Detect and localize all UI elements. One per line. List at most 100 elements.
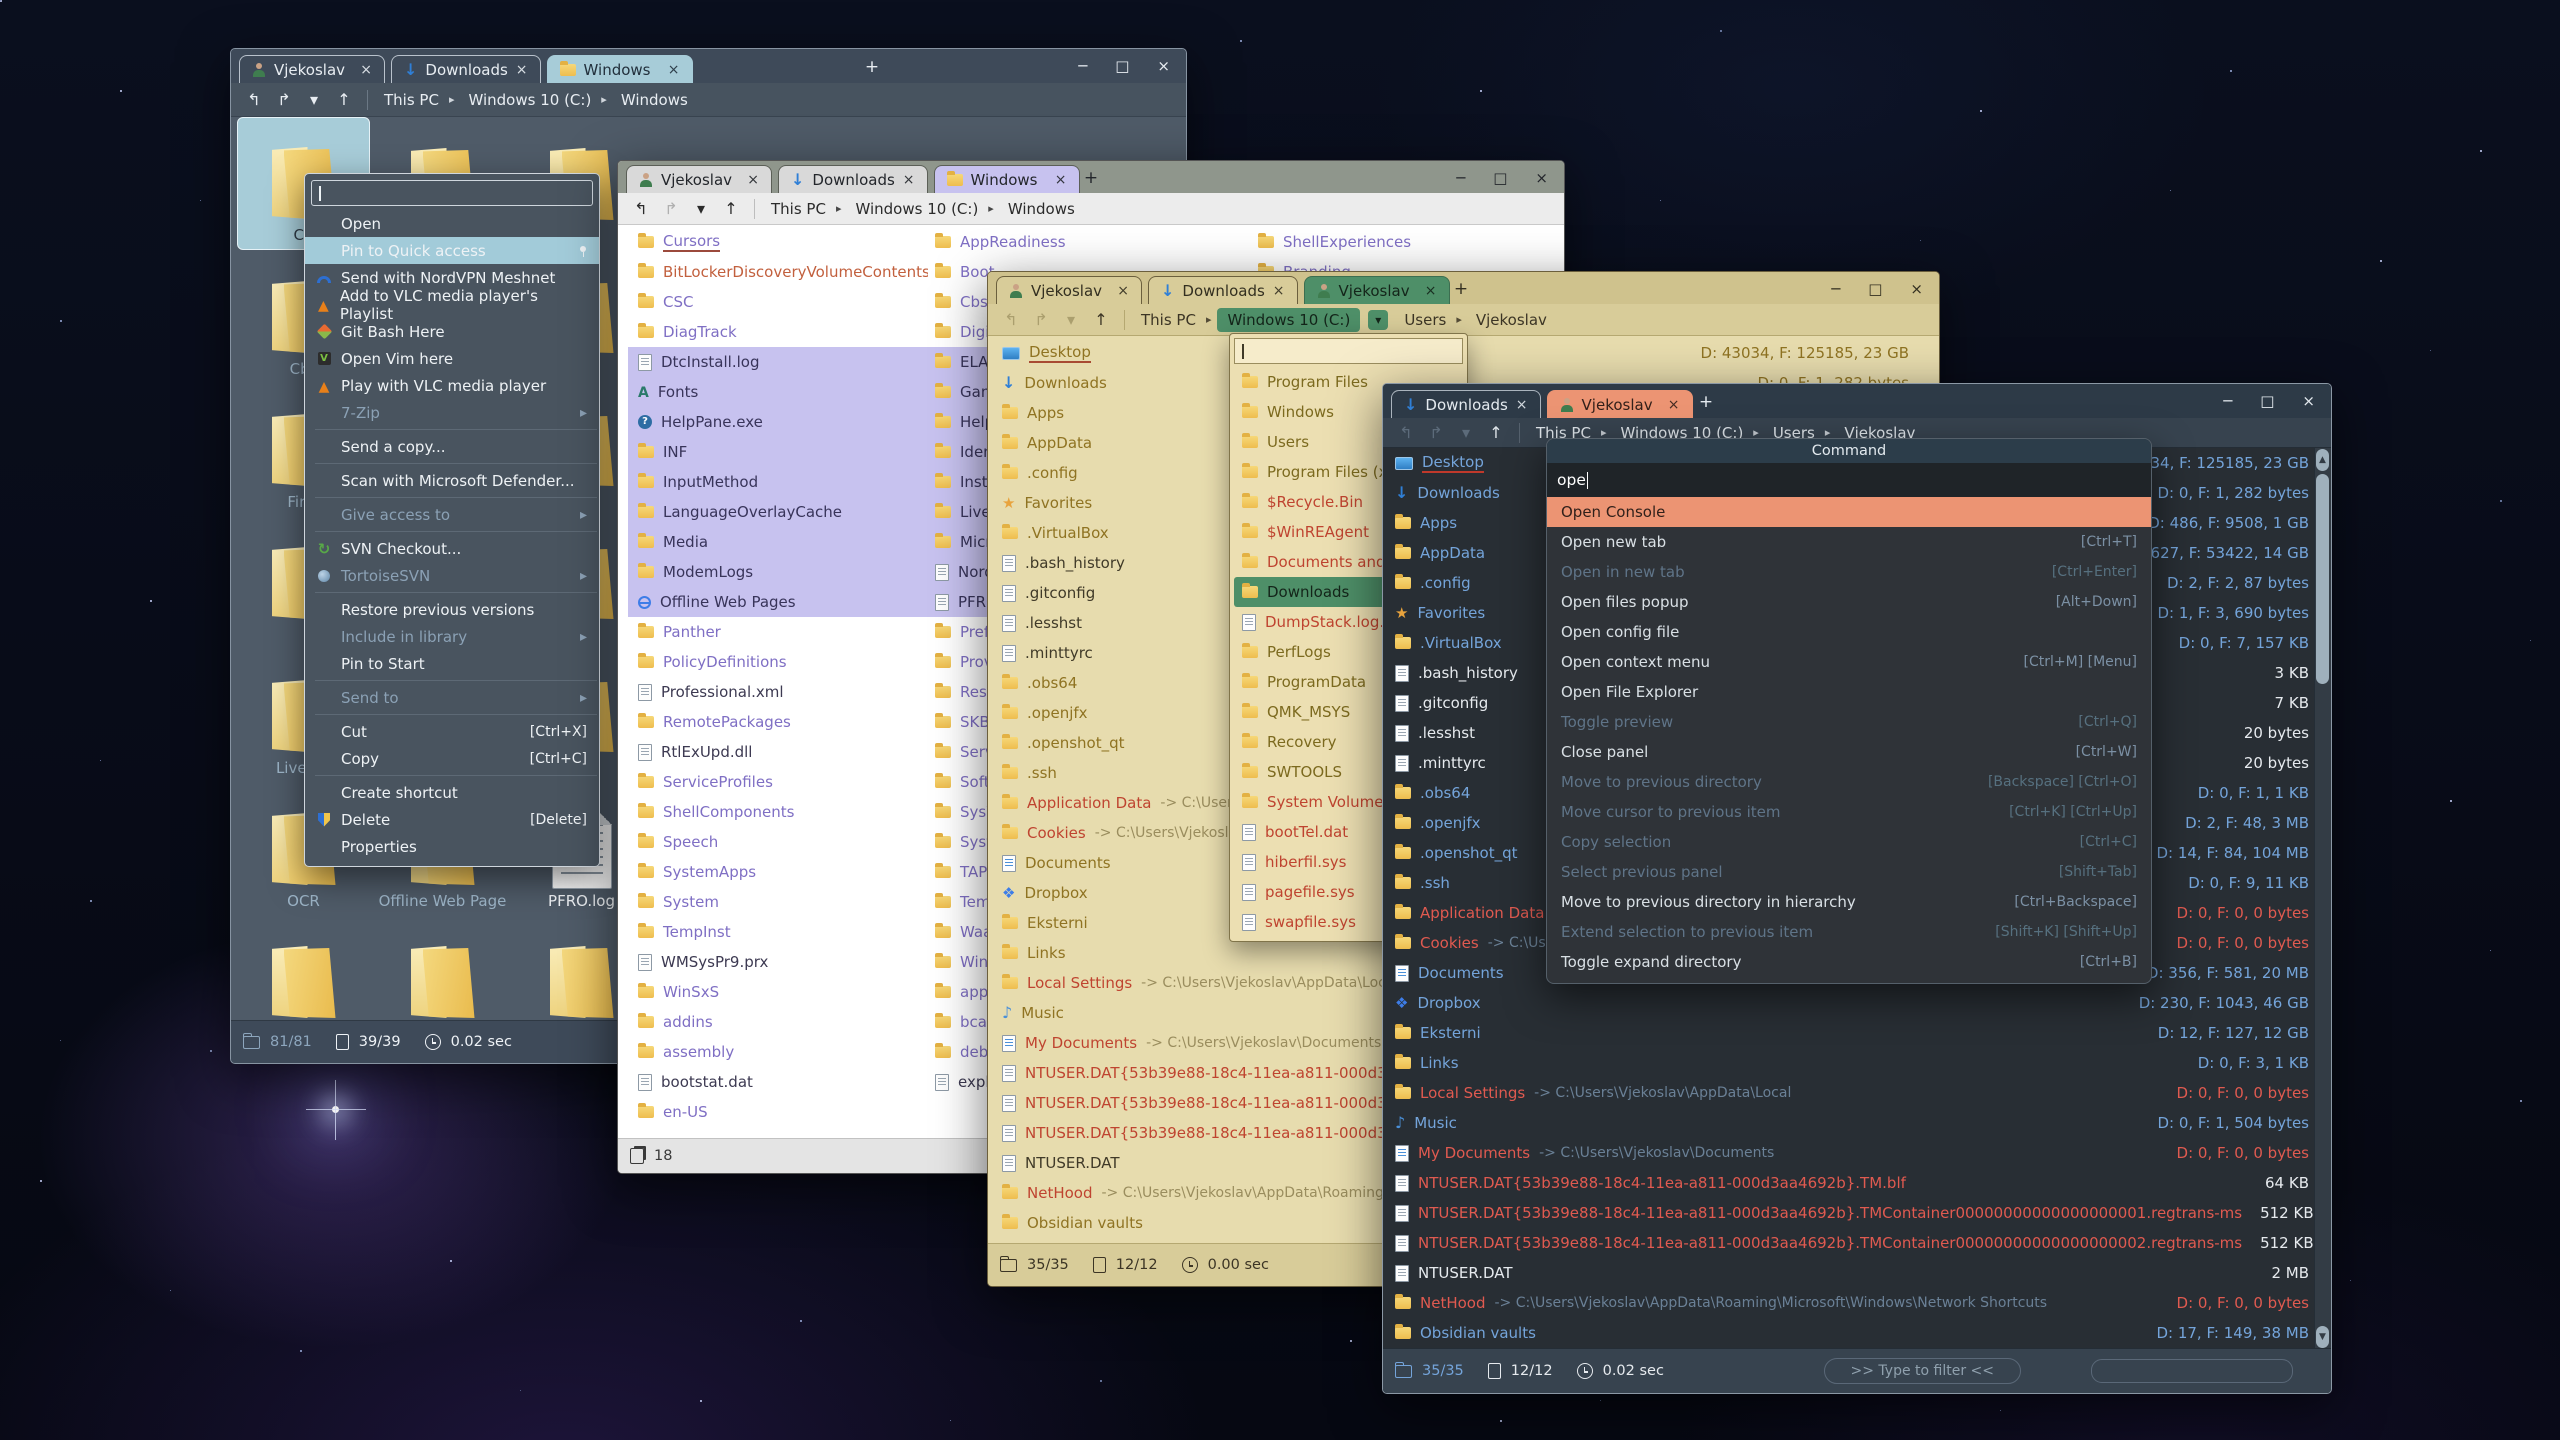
file-row[interactable]: ShellExperiences	[1248, 227, 1548, 257]
minimize-button[interactable]: ─	[1456, 169, 1465, 187]
context-menu-item[interactable]: Send to ▸	[305, 684, 599, 711]
palette-item[interactable]: Open config file	[1547, 617, 2151, 647]
tab-close-icon[interactable]: ×	[1055, 172, 1067, 188]
breadcrumb-segment[interactable]: Windows 10 (C:)	[460, 89, 599, 111]
maximize-button[interactable]: □	[1493, 169, 1507, 187]
tab[interactable]: Downloads ×	[391, 55, 541, 83]
close-button[interactable]: ×	[1535, 169, 1548, 187]
context-menu-item[interactable]: Properties	[305, 833, 599, 860]
context-menu-item[interactable]: Give access to ▸	[305, 501, 599, 528]
scroll-up-icon[interactable]: ▲	[2316, 449, 2329, 471]
context-menu-item[interactable]: Play with VLC media player	[305, 372, 599, 399]
breadcrumb-segment[interactable]: This PC	[763, 198, 834, 220]
file-row[interactable]: DiagTrack	[628, 317, 928, 347]
context-menu-item[interactable]: Delete [Delete]	[305, 806, 599, 833]
tab-close-icon[interactable]: ×	[516, 62, 528, 78]
context-menu-item[interactable]: SVN Checkout...	[305, 535, 599, 562]
tab[interactable]: Downloads ×	[778, 165, 928, 193]
context-menu-item[interactable]: Add to VLC media player's Playlist	[305, 291, 599, 318]
file-row[interactable]: NTUSER.DAT 2 MB	[1385, 1258, 2315, 1288]
palette-item[interactable]: Copy selection [Ctrl+C]	[1547, 827, 2151, 857]
breadcrumb-segment[interactable]: Windows	[1000, 198, 1083, 220]
palette-item[interactable]: Extend selection to previous item [Shift…	[1547, 917, 2151, 947]
scroll-down-icon[interactable]: ▼	[2316, 1326, 2329, 1348]
up-button[interactable]: ↑	[716, 199, 746, 218]
tab-close-icon[interactable]: ×	[668, 62, 680, 78]
context-menu-item[interactable]: Create shortcut	[305, 779, 599, 806]
palette-item[interactable]: Close panel [Ctrl+W]	[1547, 737, 2151, 767]
up-button[interactable]: ↑	[329, 90, 359, 109]
file-row[interactable]: Dropbox D: 230, F: 1043, 46 GB	[1385, 988, 2315, 1018]
tab-close-icon[interactable]: ×	[747, 172, 759, 188]
tab-close-icon[interactable]: ×	[1668, 397, 1680, 413]
file-row[interactable]: CSC	[628, 287, 928, 317]
tab[interactable]: Vjekoslav ×	[996, 276, 1142, 304]
palette-search-input[interactable]: ope	[1547, 463, 2151, 497]
context-menu-item[interactable]: Scan with Microsoft Defender...	[305, 467, 599, 494]
file-row[interactable]: assembly	[628, 1037, 928, 1067]
maximize-button[interactable]: □	[2260, 392, 2274, 410]
type-to-filter-hint[interactable]: >> Type to filter <<	[1824, 1358, 2022, 1384]
file-row[interactable]: Local Settings C:\Users\Vjekoslav\AppDat…	[1385, 1078, 2315, 1108]
breadcrumb-segment[interactable]: ▾	[1368, 310, 1388, 330]
context-menu-item[interactable]: Open	[305, 210, 599, 237]
file-row[interactable]: LanguageOverlayCache	[628, 497, 928, 527]
back-button[interactable]: ↰	[239, 90, 269, 109]
scrollbar[interactable]: ▲ ▼	[2314, 448, 2331, 1349]
palette-item[interactable]: Open in new tab [Ctrl+Enter]	[1547, 557, 2151, 587]
context-menu-item[interactable]	[305, 589, 599, 596]
file-row[interactable]: Music D: 0, F: 1, 504 bytes	[1385, 1108, 2315, 1138]
context-menu-item[interactable]: Cut [Ctrl+X]	[305, 718, 599, 745]
close-button[interactable]: ×	[2302, 392, 2315, 410]
file-tile[interactable]: PolicyDefinitions	[237, 915, 370, 1021]
file-row[interactable]: Panther	[628, 617, 928, 647]
breadcrumb-segment[interactable]: This PC	[1133, 309, 1204, 331]
context-menu-filter-input[interactable]	[311, 180, 593, 206]
file-row[interactable]: NetHood C:\Users\Vjekoslav\AppData\Roami…	[1385, 1288, 2315, 1318]
up-button[interactable]: ↑	[1086, 310, 1116, 329]
file-row[interactable]: AppReadiness	[925, 227, 1241, 257]
breadcrumb-segment[interactable]: Windows	[613, 89, 696, 111]
file-row[interactable]: HelpPane.exe	[628, 407, 928, 437]
history-dropdown-button[interactable]: ▾	[1451, 423, 1481, 442]
context-menu-item[interactable]: Send a copy...	[305, 433, 599, 460]
context-menu-item[interactable]: Include in library ▸	[305, 623, 599, 650]
context-menu-item[interactable]	[305, 772, 599, 779]
file-row[interactable]: Cursors	[628, 227, 928, 257]
dropdown-filter-input[interactable]	[1234, 338, 1463, 364]
file-row[interactable]: Links D: 0, F: 3, 1 KB	[1385, 1048, 2315, 1078]
file-row[interactable]: ServiceProfiles	[628, 767, 928, 797]
forward-button[interactable]: ↱	[1026, 310, 1056, 329]
breadcrumb-segment[interactable]: This PC	[376, 89, 447, 111]
file-row[interactable]: WMSysPr9.prx	[628, 947, 928, 977]
file-row[interactable]: PolicyDefinitions	[628, 647, 928, 677]
file-row[interactable]: BitLockerDiscoveryVolumeContents	[628, 257, 928, 287]
scrollbar-thumb[interactable]	[2316, 474, 2329, 684]
tab-close-icon[interactable]: ×	[360, 62, 372, 78]
context-menu-item[interactable]	[305, 426, 599, 433]
file-row[interactable]: ModemLogs	[628, 557, 928, 587]
file-row[interactable]: TempInst	[628, 917, 928, 947]
maximize-button[interactable]: □	[1115, 57, 1129, 75]
new-tab-button[interactable]: +	[1448, 276, 1474, 302]
new-tab-button[interactable]: +	[1078, 165, 1104, 191]
file-row[interactable]: SystemApps	[628, 857, 928, 887]
forward-button[interactable]: ↱	[656, 199, 686, 218]
palette-item[interactable]: Move cursor to previous item [Ctrl+K] [C…	[1547, 797, 2151, 827]
tab[interactable]: Vjekoslav ×	[1547, 390, 1693, 418]
file-row[interactable]: bootstat.dat	[628, 1067, 928, 1097]
context-menu-item[interactable]	[305, 711, 599, 718]
forward-button[interactable]: ↱	[1421, 423, 1451, 442]
context-menu-item[interactable]: Open Vim here	[305, 345, 599, 372]
quick-filter-input[interactable]	[2091, 1359, 2293, 1383]
file-row[interactable]: NTUSER.DAT{53b39e88-18c4-11ea-a811-000d3…	[1385, 1198, 2315, 1228]
tab-close-icon[interactable]: ×	[903, 172, 915, 188]
context-menu-item[interactable]: Pin to Start	[305, 650, 599, 677]
tab[interactable]: Windows ×	[547, 55, 693, 83]
tab[interactable]: Vjekoslav ×	[626, 165, 772, 193]
context-menu-item[interactable]: Restore previous versions	[305, 596, 599, 623]
file-row[interactable]: My Documents C:\Users\Vjekoslav\Document…	[1385, 1138, 2315, 1168]
file-row[interactable]: addins	[628, 1007, 928, 1037]
close-button[interactable]: ×	[1910, 280, 1923, 298]
back-button[interactable]: ↰	[996, 310, 1026, 329]
